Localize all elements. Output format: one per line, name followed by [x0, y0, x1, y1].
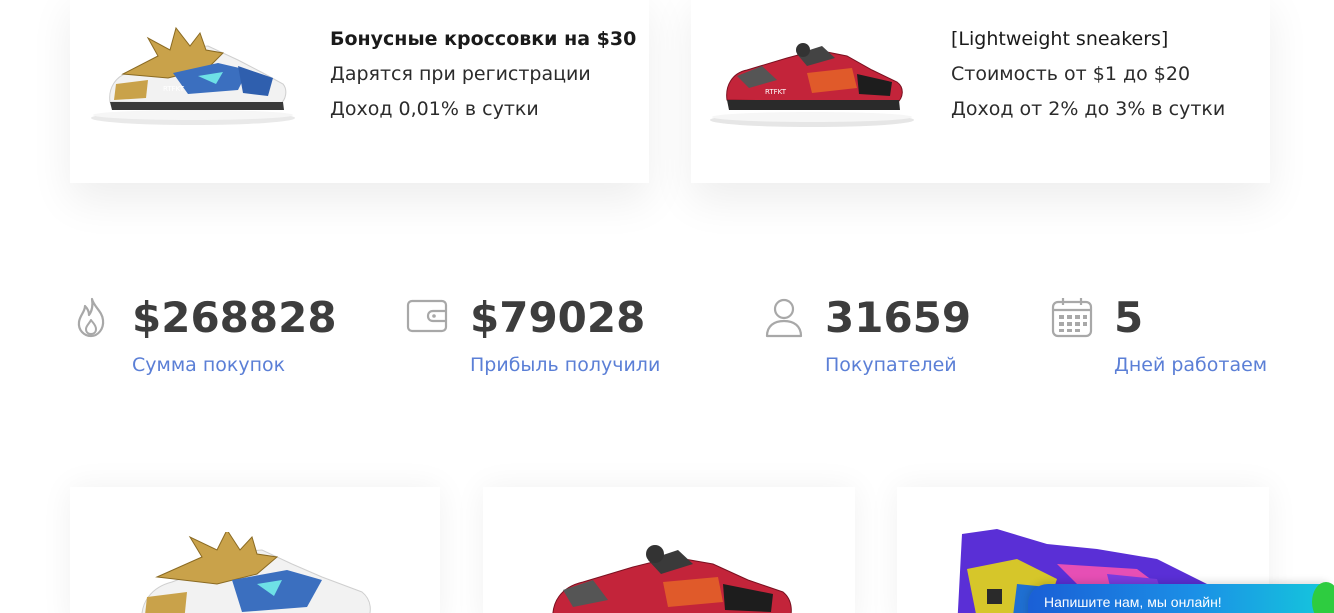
- card-line-income: Доход 0,01% в сутки: [330, 98, 539, 120]
- product-tile-red[interactable]: [483, 487, 855, 613]
- card-line-gift: Дарятся при регистрации: [330, 63, 591, 85]
- svg-text:RTFKT: RTFKT: [163, 85, 185, 93]
- stat-value: $79028: [470, 293, 646, 342]
- card-text: [Lightweight sneakers] Стоимость от $1 д…: [951, 28, 1225, 133]
- sneaker-image-red: [552, 545, 792, 613]
- user-icon: [765, 298, 803, 338]
- wallet-icon: [406, 299, 448, 333]
- chat-label: Напишите нам, мы онлайн!: [1044, 594, 1222, 610]
- stat-label: Дней работаем: [1114, 354, 1268, 376]
- product-card-bonus[interactable]: RTFKT Бонусные кроссовки на $30 Дарятся …: [70, 0, 649, 183]
- product-tile-gold[interactable]: [70, 487, 440, 613]
- card-line-price: Стоимость от $1 до $20: [951, 63, 1191, 85]
- stat-value: $268828: [132, 293, 337, 342]
- chat-widget-button[interactable]: Напишите нам, мы онлайн!: [1028, 582, 1334, 613]
- stat-label: Покупателей: [825, 354, 957, 376]
- online-indicator-icon: [1312, 582, 1334, 613]
- card-title: [Lightweight sneakers]: [951, 28, 1169, 50]
- calendar-icon: [1051, 298, 1093, 338]
- sneaker-image-gold: [141, 532, 371, 613]
- fire-icon: [77, 297, 105, 338]
- card-text: Бонусные кроссовки на $30 Дарятся при ре…: [330, 28, 636, 133]
- sneaker-image-gold: RTFKT: [91, 26, 295, 125]
- card-title: Бонусные кроссовки на $30: [330, 28, 637, 50]
- sneaker-image-red: RTFKT: [710, 43, 914, 127]
- card-line-income: Доход от 2% до 3% в сутки: [951, 98, 1226, 120]
- svg-text:RTFKT: RTFKT: [765, 88, 787, 96]
- stat-label: Прибыль получили: [470, 354, 661, 376]
- page: RTFKT Бонусные кроссовки на $30 Дарятся …: [0, 0, 1334, 613]
- stat-label: Сумма покупок: [132, 354, 286, 376]
- product-card-lightweight[interactable]: RTFKT [Lightweight sneakers] Стоимость о…: [691, 0, 1270, 183]
- stat-value: 5: [1114, 293, 1144, 342]
- stat-value: 31659: [825, 293, 972, 342]
